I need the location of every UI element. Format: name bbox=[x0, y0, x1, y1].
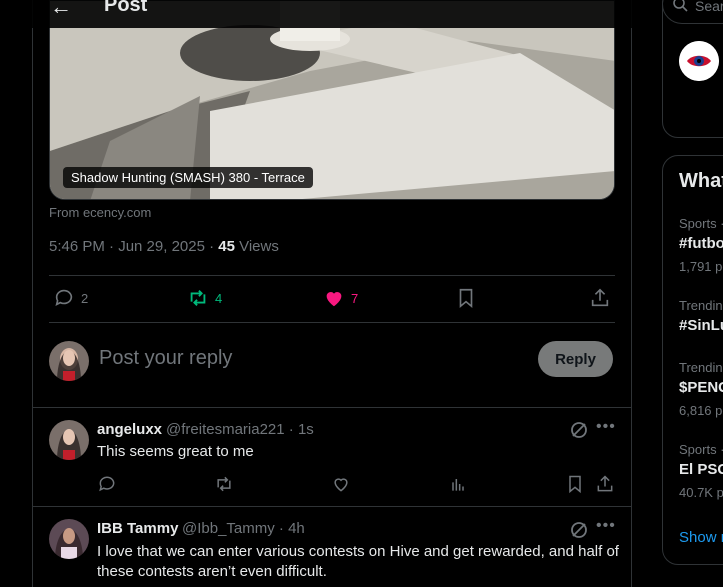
trend-post-count: 6,816 posts bbox=[679, 403, 723, 418]
reply-button[interactable]: Reply bbox=[538, 341, 613, 377]
current-user-avatar[interactable] bbox=[49, 341, 89, 381]
show-more-link[interactable]: Show more bbox=[679, 529, 723, 546]
avatar-image bbox=[49, 519, 89, 559]
more-options-icon[interactable]: ••• bbox=[596, 418, 616, 436]
trend-post-count: 1,791 posts bbox=[679, 259, 723, 274]
avatar-image bbox=[49, 341, 89, 381]
grok-icon[interactable] bbox=[569, 420, 589, 445]
eye-logo-icon bbox=[679, 41, 719, 81]
reply-icon bbox=[55, 289, 73, 306]
reply-author-handle[interactable]: @Ibb_Tammy · 4h bbox=[182, 520, 305, 537]
heart-icon[interactable] bbox=[331, 474, 351, 494]
trend-category: Sports · Trending bbox=[679, 216, 723, 231]
divider bbox=[33, 407, 631, 408]
repost-icon bbox=[190, 290, 206, 306]
views-label: Views bbox=[234, 238, 279, 255]
repost-icon[interactable] bbox=[214, 474, 234, 494]
bookmark-icon[interactable] bbox=[565, 474, 585, 494]
grok-icon-svg bbox=[571, 422, 587, 438]
divider bbox=[33, 506, 631, 507]
image-caption: Shadow Hunting (SMASH) 380 - Terrace bbox=[63, 167, 313, 188]
like-count: 7 bbox=[351, 290, 359, 306]
source-link[interactable]: From ecency.com bbox=[49, 205, 151, 220]
reply-avatar[interactable] bbox=[49, 519, 89, 559]
avatar-image bbox=[49, 420, 89, 460]
views-count: 45 bbox=[218, 238, 235, 255]
reply-icon[interactable] bbox=[97, 474, 117, 494]
reply-action-bar bbox=[97, 474, 617, 496]
trend-category: Trending bbox=[679, 298, 723, 313]
repost-action[interactable]: 4 bbox=[187, 287, 222, 309]
page-title: Post bbox=[104, 0, 148, 16]
grok-icon-svg bbox=[571, 522, 587, 538]
suggested-account-avatar[interactable] bbox=[679, 41, 719, 81]
reply-action[interactable]: 2 bbox=[53, 287, 88, 309]
reply-text: This seems great to me bbox=[97, 443, 254, 460]
bookmark-action[interactable] bbox=[455, 287, 477, 309]
post-time: 5:46 PM · Jun 29, 2025 · bbox=[49, 238, 219, 255]
reply-text: I love that we can enter various contest… bbox=[97, 543, 619, 580]
trends-title: What’s happening bbox=[679, 170, 723, 192]
trend-item[interactable]: El PSG bbox=[679, 461, 723, 478]
reply-avatar[interactable] bbox=[49, 420, 89, 460]
reply-count: 2 bbox=[81, 290, 89, 306]
post-image[interactable]: Shadow Hunting (SMASH) 380 - Terrace bbox=[49, 0, 615, 200]
bookmark-icon bbox=[459, 288, 473, 309]
header-bar: ← Post bbox=[32, 0, 632, 28]
more-options-icon[interactable]: ••• bbox=[596, 517, 616, 535]
divider bbox=[49, 275, 615, 276]
trend-item[interactable]: $PENGU bbox=[679, 379, 723, 396]
post-action-bar: 2 4 7 bbox=[49, 287, 615, 311]
like-action[interactable]: 7 bbox=[323, 287, 358, 309]
trend-post-count: 40.7K posts bbox=[679, 485, 723, 500]
share-action[interactable] bbox=[589, 287, 611, 309]
post-timestamp: 5:46 PM · Jun 29, 2025 · 45 Views bbox=[49, 238, 279, 255]
heart-filled-icon bbox=[326, 292, 342, 307]
reply-author-name[interactable]: IBB Tammy bbox=[97, 520, 178, 537]
back-arrow-icon[interactable]: ← bbox=[50, 0, 72, 20]
trend-category: Sports · Trending bbox=[679, 442, 723, 457]
repost-count: 4 bbox=[215, 290, 223, 306]
share-icon[interactable] bbox=[595, 474, 615, 494]
trend-item[interactable]: #SinLugar bbox=[679, 317, 723, 334]
share-icon bbox=[591, 288, 609, 307]
reply-author-name[interactable]: angeluxx bbox=[97, 421, 162, 438]
trend-category: Trending bbox=[679, 360, 723, 375]
analytics-icon[interactable] bbox=[448, 474, 468, 494]
reply-input[interactable]: Post your reply bbox=[99, 347, 232, 370]
trend-item[interactable]: #futbol bbox=[679, 235, 723, 252]
reply-author-handle[interactable]: @freitesmaria221 · 1s bbox=[166, 421, 314, 438]
divider bbox=[49, 322, 615, 323]
